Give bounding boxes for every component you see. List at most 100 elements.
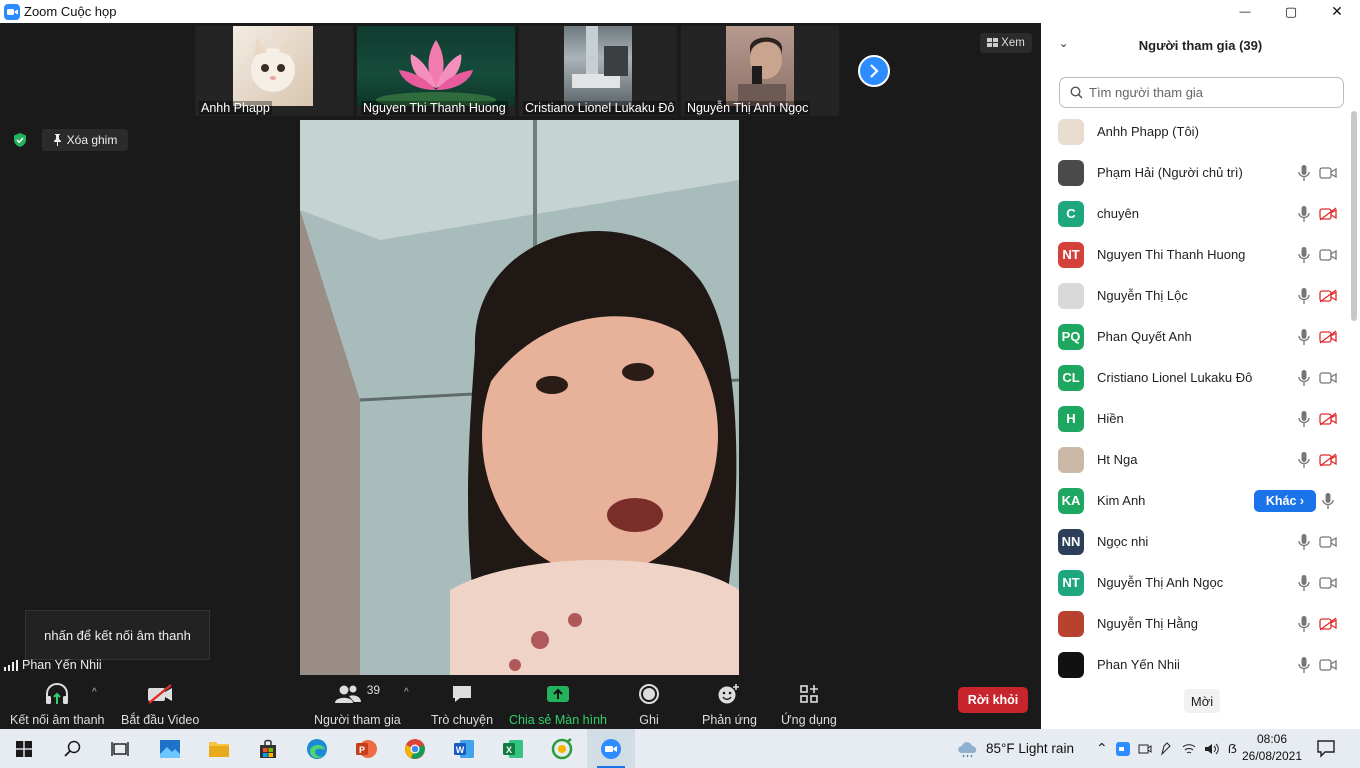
collapse-chevron-icon[interactable]: ⌄	[1059, 37, 1068, 50]
notifications-icon[interactable]	[1316, 738, 1336, 758]
participant-row[interactable]: CL Cristiano Lionel Lukaku Đô	[1041, 357, 1360, 398]
invite-button[interactable]: Mời	[1184, 689, 1220, 713]
microphone-icon[interactable]	[1297, 164, 1311, 182]
excel-app[interactable]: X	[489, 729, 537, 768]
microphone-icon[interactable]	[1297, 533, 1311, 551]
wifi-icon[interactable]	[1182, 742, 1196, 756]
video-camera-icon[interactable]	[1319, 576, 1337, 590]
microphone-icon[interactable]	[1297, 410, 1311, 428]
minimize-button[interactable]: —	[1222, 0, 1268, 23]
paint-app[interactable]	[538, 729, 586, 768]
audio-options-caret-icon[interactable]: ^	[92, 687, 97, 698]
taskbar-search-button[interactable]	[48, 729, 96, 768]
view-button[interactable]: Xem	[980, 33, 1032, 53]
microphone-icon[interactable]	[1297, 328, 1311, 346]
record-icon	[639, 684, 659, 704]
video-thumbnail[interactable]: Nguyen Thi Thanh Huong	[357, 26, 515, 116]
participants-options-caret-icon[interactable]: ^	[404, 687, 409, 698]
tray-overflow-chevron-icon[interactable]: ⌃	[1096, 740, 1108, 757]
edge-app[interactable]	[293, 729, 341, 768]
next-page-button[interactable]	[858, 55, 890, 87]
unpin-button[interactable]: Xóa ghim	[42, 129, 128, 151]
participant-row[interactable]: KA Kim Anh Khác ›	[1041, 480, 1360, 521]
microphone-icon[interactable]	[1297, 205, 1311, 223]
ime-indicator[interactable]: ẞ	[1228, 741, 1237, 756]
microphone-icon[interactable]	[1297, 246, 1311, 264]
chat-button[interactable]: Trò chuyện	[431, 681, 493, 727]
microphone-icon[interactable]	[1297, 615, 1311, 633]
participant-row[interactable]: Nguyễn Thị Lộc	[1041, 275, 1360, 316]
participant-search[interactable]	[1059, 77, 1344, 108]
video-camera-off-icon[interactable]	[1319, 452, 1337, 467]
start-button[interactable]	[0, 729, 48, 768]
edge-icon	[307, 738, 327, 759]
video-camera-off-icon[interactable]	[1319, 411, 1337, 426]
participant-row[interactable]: Cchuyên	[1041, 193, 1360, 234]
microphone-icon[interactable]	[1297, 656, 1311, 674]
zoom-app[interactable]	[587, 729, 635, 768]
weather-widget[interactable]: 85°F Light rain	[956, 729, 1074, 768]
participant-row[interactable]: PQ Phan Quyết Anh	[1041, 316, 1360, 357]
task-view-button[interactable]	[96, 729, 144, 768]
microphone-icon[interactable]	[1321, 492, 1335, 510]
microsoft-store-app[interactable]	[244, 729, 292, 768]
participants-panel: ⌄ Người tham gia (39) Anhh Phapp (Tôi) Ph…	[1041, 23, 1360, 729]
microphone-icon[interactable]	[1297, 369, 1311, 387]
pen-tray-icon[interactable]	[1160, 741, 1174, 756]
leave-button[interactable]: Rời khỏi	[958, 687, 1028, 713]
participant-row[interactable]: Anhh Phapp (Tôi)	[1041, 111, 1360, 152]
participant-row[interactable]: NN Ngọc nhi	[1041, 521, 1360, 562]
video-camera-off-icon[interactable]	[1319, 206, 1337, 221]
participant-row[interactable]: Ht Nga	[1041, 439, 1360, 480]
self-name: Phan Yến Nhii	[22, 658, 102, 672]
participant-row[interactable]: Nguyễn Thị Hằng	[1041, 603, 1360, 644]
video-camera-icon[interactable]	[1319, 535, 1337, 549]
video-thumbnail[interactable]: Nguyễn Thị Anh Ngọc	[681, 26, 839, 116]
system-tray: ⌃ ẞ	[1096, 729, 1237, 768]
microphone-icon[interactable]	[1297, 451, 1311, 469]
apps-button[interactable]: Ứng dụng	[781, 681, 837, 727]
participant-row[interactable]: Phan Yến Nhii	[1041, 644, 1360, 681]
volume-icon[interactable]	[1204, 742, 1220, 756]
camera-tray-icon[interactable]	[1138, 742, 1152, 756]
reactions-button[interactable]: Phản ứng	[702, 681, 757, 727]
join-audio-button[interactable]: Kết nối âm thanh	[10, 681, 105, 727]
avatar	[1058, 610, 1084, 637]
video-camera-icon[interactable]	[1319, 658, 1337, 672]
video-camera-icon[interactable]	[1319, 166, 1337, 180]
participant-list-scrollbar[interactable]	[1351, 111, 1357, 321]
word-app[interactable]: W	[440, 729, 488, 768]
search-input[interactable]	[1089, 85, 1329, 100]
video-camera-off-icon[interactable]	[1319, 329, 1337, 344]
taskbar-clock[interactable]: 08:06 26/08/2021	[1238, 731, 1306, 765]
participant-row[interactable]: NT Nguyễn Thị Anh Ngọc	[1041, 562, 1360, 603]
microphone-icon[interactable]	[1297, 287, 1311, 305]
participant-row[interactable]: Phạm Hải (Người chủ trì)	[1041, 152, 1360, 193]
chrome-app[interactable]	[391, 729, 439, 768]
share-screen-button[interactable]: Chia sẻ Màn hình	[509, 681, 607, 727]
video-thumbnail[interactable]: Cristiano Lionel Lukaku Đô	[519, 26, 677, 116]
avatar: PQ	[1058, 323, 1084, 350]
participant-row[interactable]: NT Nguyen Thi Thanh Huong	[1041, 234, 1360, 275]
avatar: C	[1058, 200, 1084, 227]
more-button[interactable]: Khác ›	[1254, 489, 1316, 512]
participant-row[interactable]: H Hiền	[1041, 398, 1360, 439]
video-camera-icon[interactable]	[1319, 371, 1337, 385]
photos-app[interactable]	[146, 729, 194, 768]
security-shield-icon[interactable]	[12, 132, 28, 148]
microphone-icon[interactable]	[1297, 574, 1311, 592]
video-camera-off-icon[interactable]	[1319, 288, 1337, 303]
start-video-button[interactable]: Bắt đầu Video	[121, 681, 199, 727]
close-button[interactable]: ✕	[1314, 0, 1360, 23]
record-button[interactable]: Ghi	[638, 681, 660, 727]
participants-button[interactable]: 39 Người tham gia	[314, 681, 401, 727]
video-thumbnail[interactable]: Anhh Phapp	[195, 26, 353, 116]
powerpoint-app[interactable]: P	[342, 729, 390, 768]
file-explorer-app[interactable]	[195, 729, 243, 768]
svg-text:P: P	[359, 745, 365, 755]
maximize-button[interactable]: ▢	[1268, 0, 1314, 23]
avatar	[1058, 446, 1084, 473]
video-camera-off-icon[interactable]	[1319, 616, 1337, 631]
zoom-tray-icon[interactable]	[1115, 741, 1130, 756]
video-camera-icon[interactable]	[1319, 248, 1337, 262]
